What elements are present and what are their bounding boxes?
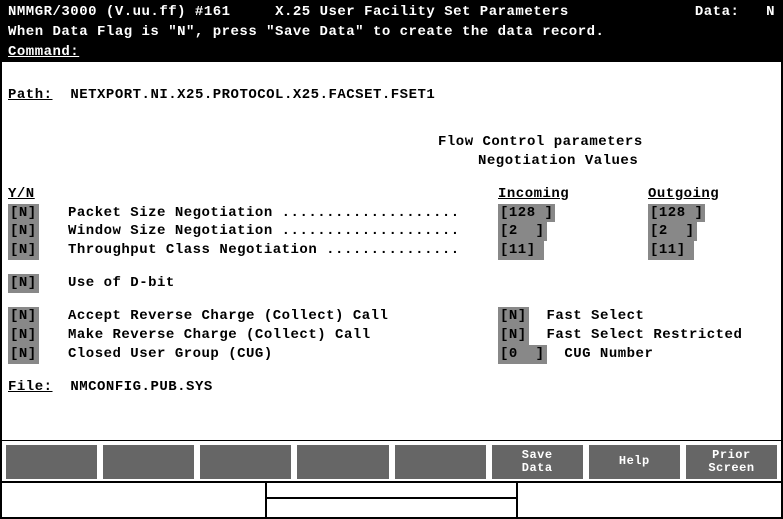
terminal-screen: NMMGR/3000 (V.uu.ff) #161 X.25 User Faci… (0, 0, 783, 519)
file-value: NMCONFIG.PUB.SYS (70, 378, 212, 397)
cug-yn[interactable]: [N] (8, 345, 39, 364)
cug-label: Closed User Group (CUG) (68, 345, 498, 364)
throughput-label: Throughput Class Negotiation (68, 242, 317, 258)
fkey-save-data[interactable]: Save Data (492, 445, 583, 479)
throughput-incoming[interactable]: [11] (498, 241, 544, 260)
path-label: Path: (8, 86, 53, 105)
throughput-outgoing[interactable]: [11] (648, 241, 694, 260)
col-header-outgoing: Outgoing (648, 185, 768, 204)
flow-control-heading: Flow Control parameters (438, 133, 643, 152)
fkey-2[interactable] (103, 445, 194, 479)
dbit-label: Use of D-bit (68, 274, 175, 293)
data-flag-label: Data: (695, 4, 740, 20)
fkey-3[interactable] (200, 445, 291, 479)
title-bar: NMMGR/3000 (V.uu.ff) #161 X.25 User Faci… (2, 2, 781, 22)
fkey-5[interactable] (395, 445, 486, 479)
throughput-yn[interactable]: [N] (8, 241, 39, 260)
fast-select-restricted-yn[interactable]: [N] (498, 326, 529, 345)
window-size-yn[interactable]: [N] (8, 222, 39, 241)
packet-size-label: Packet Size Negotiation (68, 205, 273, 221)
make-reverse-label: Make Reverse Charge (Collect) Call (68, 326, 498, 345)
packet-size-yn[interactable]: [N] (8, 204, 39, 223)
cug-number[interactable]: [0 ] (498, 345, 547, 364)
bottom-frame (2, 481, 781, 517)
window-size-label: Window Size Negotiation (68, 223, 273, 239)
screen-title: X.25 User Facility Set Parameters (275, 4, 569, 20)
accept-reverse-yn[interactable]: [N] (8, 307, 39, 326)
dbit-yn[interactable]: [N] (8, 274, 39, 293)
fkey-prior-screen[interactable]: Prior Screen (686, 445, 777, 479)
window-size-incoming[interactable]: [2 ] (498, 222, 547, 241)
row-accept-reverse: [N] Accept Reverse Charge (Collect) Call… (8, 307, 775, 326)
row-cug: [N] Closed User Group (CUG) [0 ] CUG Num… (8, 345, 775, 364)
fkey-4[interactable] (297, 445, 388, 479)
row-packet-size: [N] Packet Size Negotiation ............… (8, 204, 775, 223)
command-label: Command: (8, 44, 79, 60)
file-label: File: (8, 378, 53, 397)
info-line: When Data Flag is "N", press "Save Data"… (2, 22, 781, 42)
app-name: NMMGR/3000 (V.uu.ff) #161 (8, 4, 231, 20)
make-reverse-yn[interactable]: [N] (8, 326, 39, 345)
fkey-1[interactable] (6, 445, 97, 479)
command-bar[interactable]: Command: (2, 42, 781, 62)
window-size-outgoing[interactable]: [2 ] (648, 222, 697, 241)
packet-size-outgoing[interactable]: [128 ] (648, 204, 705, 223)
col-header-yn: Y/N (8, 185, 68, 204)
col-header-incoming: Incoming (498, 185, 648, 204)
row-dbit: [N] Use of D-bit (8, 274, 775, 293)
path-value: NETXPORT.NI.X25.PROTOCOL.X25.FACSET.FSET… (70, 86, 435, 105)
fast-select-label: Fast Select (547, 308, 645, 324)
function-key-row: Save Data Help Prior Screen (2, 440, 781, 481)
accept-reverse-label: Accept Reverse Charge (Collect) Call (68, 307, 498, 326)
data-flag-value: N (766, 4, 775, 20)
content-area: Path: NETXPORT.NI.X25.PROTOCOL.X25.FACSE… (2, 62, 781, 440)
negotiation-heading: Negotiation Values (478, 152, 638, 171)
packet-size-incoming[interactable]: [128 ] (498, 204, 555, 223)
fast-select-yn[interactable]: [N] (498, 307, 529, 326)
fast-select-restricted-label: Fast Select Restricted (547, 327, 743, 343)
row-make-reverse: [N] Make Reverse Charge (Collect) Call [… (8, 326, 775, 345)
fkey-help[interactable]: Help (589, 445, 680, 479)
row-throughput: [N] Throughput Class Negotiation .......… (8, 241, 775, 260)
row-window-size: [N] Window Size Negotiation ............… (8, 222, 775, 241)
cug-number-label: CUG Number (564, 346, 653, 362)
